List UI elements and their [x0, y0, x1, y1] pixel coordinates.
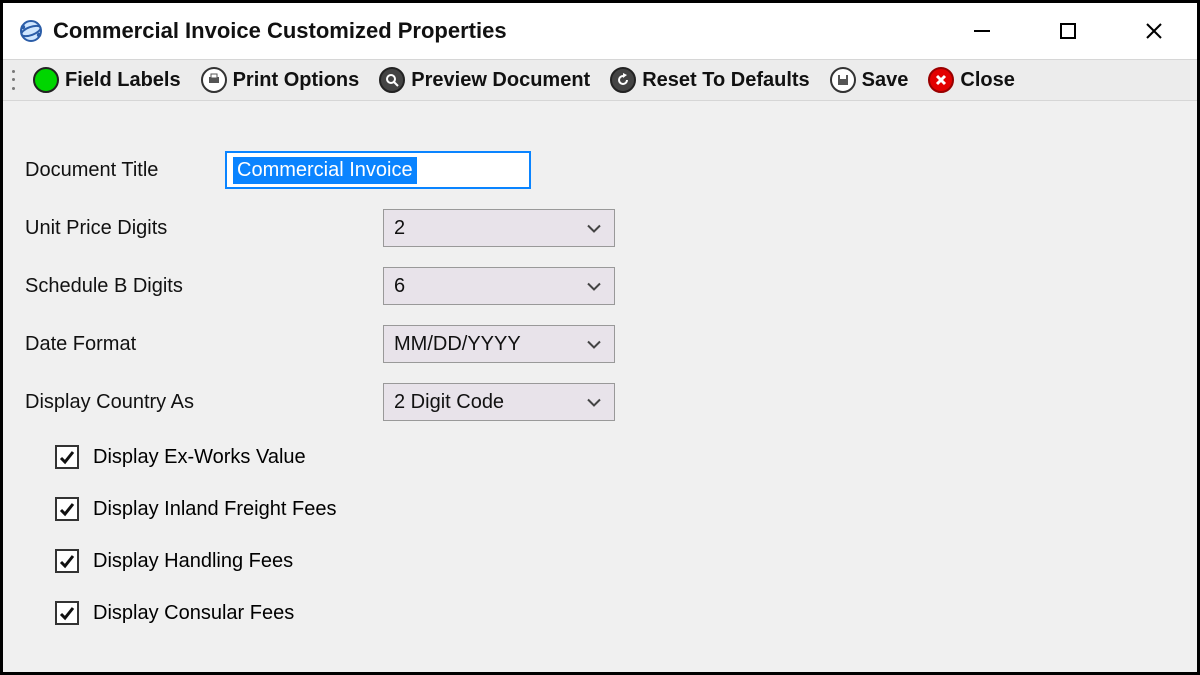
schedule-b-digits-select[interactable]: 6 [383, 267, 615, 305]
date-format-row: Date Format MM/DD/YYYY [25, 315, 1175, 373]
titlebar: Commercial Invoice Customized Properties [3, 3, 1197, 59]
close-window-button[interactable] [1111, 3, 1197, 59]
display-inland-freight-checkbox[interactable] [55, 497, 79, 521]
display-consular-row: Display Consular Fees [25, 587, 1175, 639]
content-area: Document Title Commercial Invoice Unit P… [3, 101, 1197, 672]
toolbar: Field Labels Print Options Preview Docum… [3, 59, 1197, 101]
schedule-b-digits-label: Schedule B Digits [25, 275, 225, 298]
display-ex-works-checkbox[interactable] [55, 445, 79, 469]
display-consular-label: Display Consular Fees [93, 602, 294, 625]
document-title-label: Document Title [25, 159, 225, 182]
display-inland-freight-row: Display Inland Freight Fees [25, 483, 1175, 535]
save-icon [830, 67, 856, 93]
close-icon [928, 67, 954, 93]
caption-buttons [939, 3, 1197, 59]
close-button[interactable]: Close [920, 65, 1022, 95]
schedule-b-digits-value: 6 [394, 275, 405, 298]
app-icon [17, 17, 45, 45]
field-labels-label: Field Labels [65, 69, 181, 92]
display-handling-label: Display Handling Fees [93, 550, 293, 573]
chevron-down-icon [586, 275, 602, 298]
print-icon [201, 67, 227, 93]
display-ex-works-row: Display Ex-Works Value [25, 431, 1175, 483]
date-format-value: MM/DD/YYYY [394, 333, 521, 356]
preview-document-button[interactable]: Preview Document [371, 65, 598, 95]
unit-price-digits-row: Unit Price Digits 2 [25, 199, 1175, 257]
date-format-label: Date Format [25, 333, 225, 356]
display-country-as-row: Display Country As 2 Digit Code [25, 373, 1175, 431]
reset-defaults-label: Reset To Defaults [642, 69, 809, 92]
display-ex-works-label: Display Ex-Works Value [93, 446, 306, 469]
date-format-select[interactable]: MM/DD/YYYY [383, 325, 615, 363]
display-country-as-select[interactable]: 2 Digit Code [383, 383, 615, 421]
minimize-button[interactable] [939, 3, 1025, 59]
reset-defaults-button[interactable]: Reset To Defaults [602, 65, 817, 95]
unit-price-digits-select[interactable]: 2 [383, 209, 615, 247]
schedule-b-digits-row: Schedule B Digits 6 [25, 257, 1175, 315]
print-options-label: Print Options [233, 69, 360, 92]
chevron-down-icon [586, 217, 602, 240]
reset-icon [610, 67, 636, 93]
preview-document-label: Preview Document [411, 69, 590, 92]
save-button[interactable]: Save [822, 65, 917, 95]
window-frame: Commercial Invoice Customized Properties… [0, 0, 1200, 675]
print-options-button[interactable]: Print Options [193, 65, 368, 95]
display-handling-checkbox[interactable] [55, 549, 79, 573]
close-label: Close [960, 69, 1014, 92]
display-consular-checkbox[interactable] [55, 601, 79, 625]
display-country-as-value: 2 Digit Code [394, 391, 504, 414]
field-labels-button[interactable]: Field Labels [25, 65, 189, 95]
chevron-down-icon [586, 391, 602, 414]
display-handling-row: Display Handling Fees [25, 535, 1175, 587]
field-labels-icon [33, 67, 59, 93]
maximize-button[interactable] [1025, 3, 1111, 59]
unit-price-digits-value: 2 [394, 217, 405, 240]
document-title-input[interactable]: Commercial Invoice [225, 151, 531, 189]
document-title-row: Document Title Commercial Invoice [25, 141, 1175, 199]
window-title: Commercial Invoice Customized Properties [53, 18, 507, 44]
display-country-as-label: Display Country As [25, 391, 225, 414]
unit-price-digits-label: Unit Price Digits [25, 217, 225, 240]
preview-icon [379, 67, 405, 93]
display-inland-freight-label: Display Inland Freight Fees [93, 498, 336, 521]
document-title-value: Commercial Invoice [233, 157, 417, 184]
chevron-down-icon [586, 333, 602, 356]
toolbar-grip [9, 67, 17, 93]
save-label: Save [862, 69, 909, 92]
